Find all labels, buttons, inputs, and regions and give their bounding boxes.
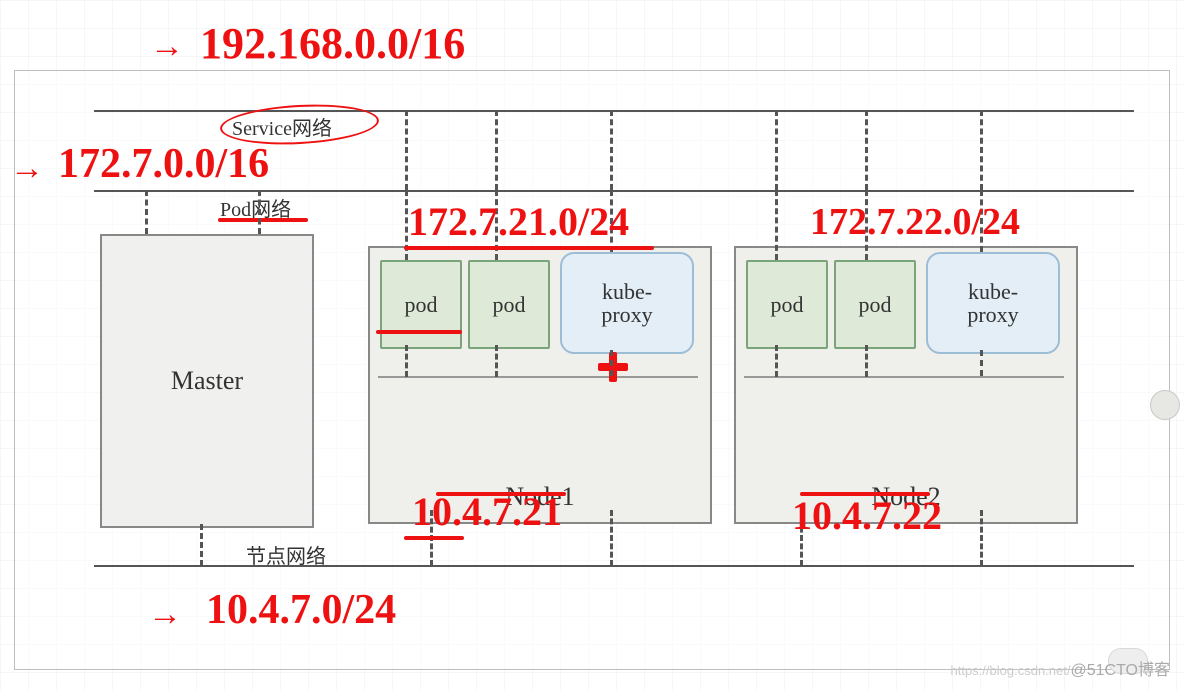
pod-label: pod <box>859 292 892 318</box>
connector <box>610 110 613 190</box>
master-box: Master <box>100 234 314 528</box>
connector <box>405 110 408 190</box>
watermark-faint: https://blog.csdn.net/ <box>951 663 1071 678</box>
annotation-pod-cidr: 172.7.0.0/16 <box>58 140 269 188</box>
connector <box>610 350 613 376</box>
annotation-node2-pod-cidr: 172.7.22.0/24 <box>810 200 1020 244</box>
red-plus-icon <box>598 352 628 382</box>
connector <box>865 110 868 190</box>
connector <box>775 345 778 377</box>
node-network-label: 节点网络 <box>244 540 328 569</box>
connector <box>495 345 498 377</box>
annotation-node1-ip-bar <box>404 536 464 540</box>
connector <box>495 110 498 190</box>
pod-label: pod <box>405 292 438 318</box>
annotation-node1-pod-cidr-underline <box>404 246 654 250</box>
kube-proxy-label: kube- proxy <box>601 280 652 326</box>
connector <box>980 510 983 566</box>
node1-pod2: pod <box>468 260 550 349</box>
node2-kube-proxy: kube- proxy <box>926 252 1060 354</box>
kube-proxy-label: kube- proxy <box>967 280 1018 326</box>
node2-pod2: pod <box>834 260 916 349</box>
connector <box>775 110 778 190</box>
annotation-node-cidr: 10.4.7.0/24 <box>206 586 396 634</box>
watermark-main: @51CTO博客 <box>1070 662 1170 679</box>
connector <box>258 190 261 234</box>
node1-pod1-underline <box>376 330 462 334</box>
pod-network-line <box>94 190 1134 192</box>
node1-kube-proxy: kube- proxy <box>560 252 694 354</box>
connector <box>200 524 203 566</box>
annotation-node1-pod-cidr: 172.7.21.0/24 <box>408 198 629 245</box>
connector <box>775 190 778 260</box>
node2-pod1: pod <box>746 260 828 349</box>
connector <box>610 510 613 566</box>
node1-inner-line <box>378 376 698 378</box>
connector <box>405 345 408 377</box>
pod-label: pod <box>771 292 804 318</box>
watermark: https://blog.csdn.net/@51CTO博客 <box>951 656 1171 680</box>
connector <box>865 345 868 377</box>
pod-label: pod <box>493 292 526 318</box>
arrow-icon: → <box>150 28 184 66</box>
scroll-thumb-icon <box>1150 390 1180 420</box>
connector <box>145 190 148 234</box>
pod-network-underline <box>218 218 308 222</box>
connector <box>980 110 983 190</box>
annotation-node1-ip: 10.4.7.21 <box>412 488 562 535</box>
node2-inner-line <box>744 376 1064 378</box>
diagram-canvas: Service网络 Pod网络 节点网络 Master Node1 pod po… <box>0 0 1184 690</box>
arrow-icon: → <box>10 150 44 188</box>
node1-pod1: pod <box>380 260 462 349</box>
arrow-icon: → <box>148 596 182 634</box>
annotation-service-cidr: 192.168.0.0/16 <box>200 18 465 69</box>
annotation-node2-ip: 10.4.7.22 <box>792 492 942 539</box>
connector <box>980 350 983 376</box>
master-label: Master <box>171 366 243 396</box>
